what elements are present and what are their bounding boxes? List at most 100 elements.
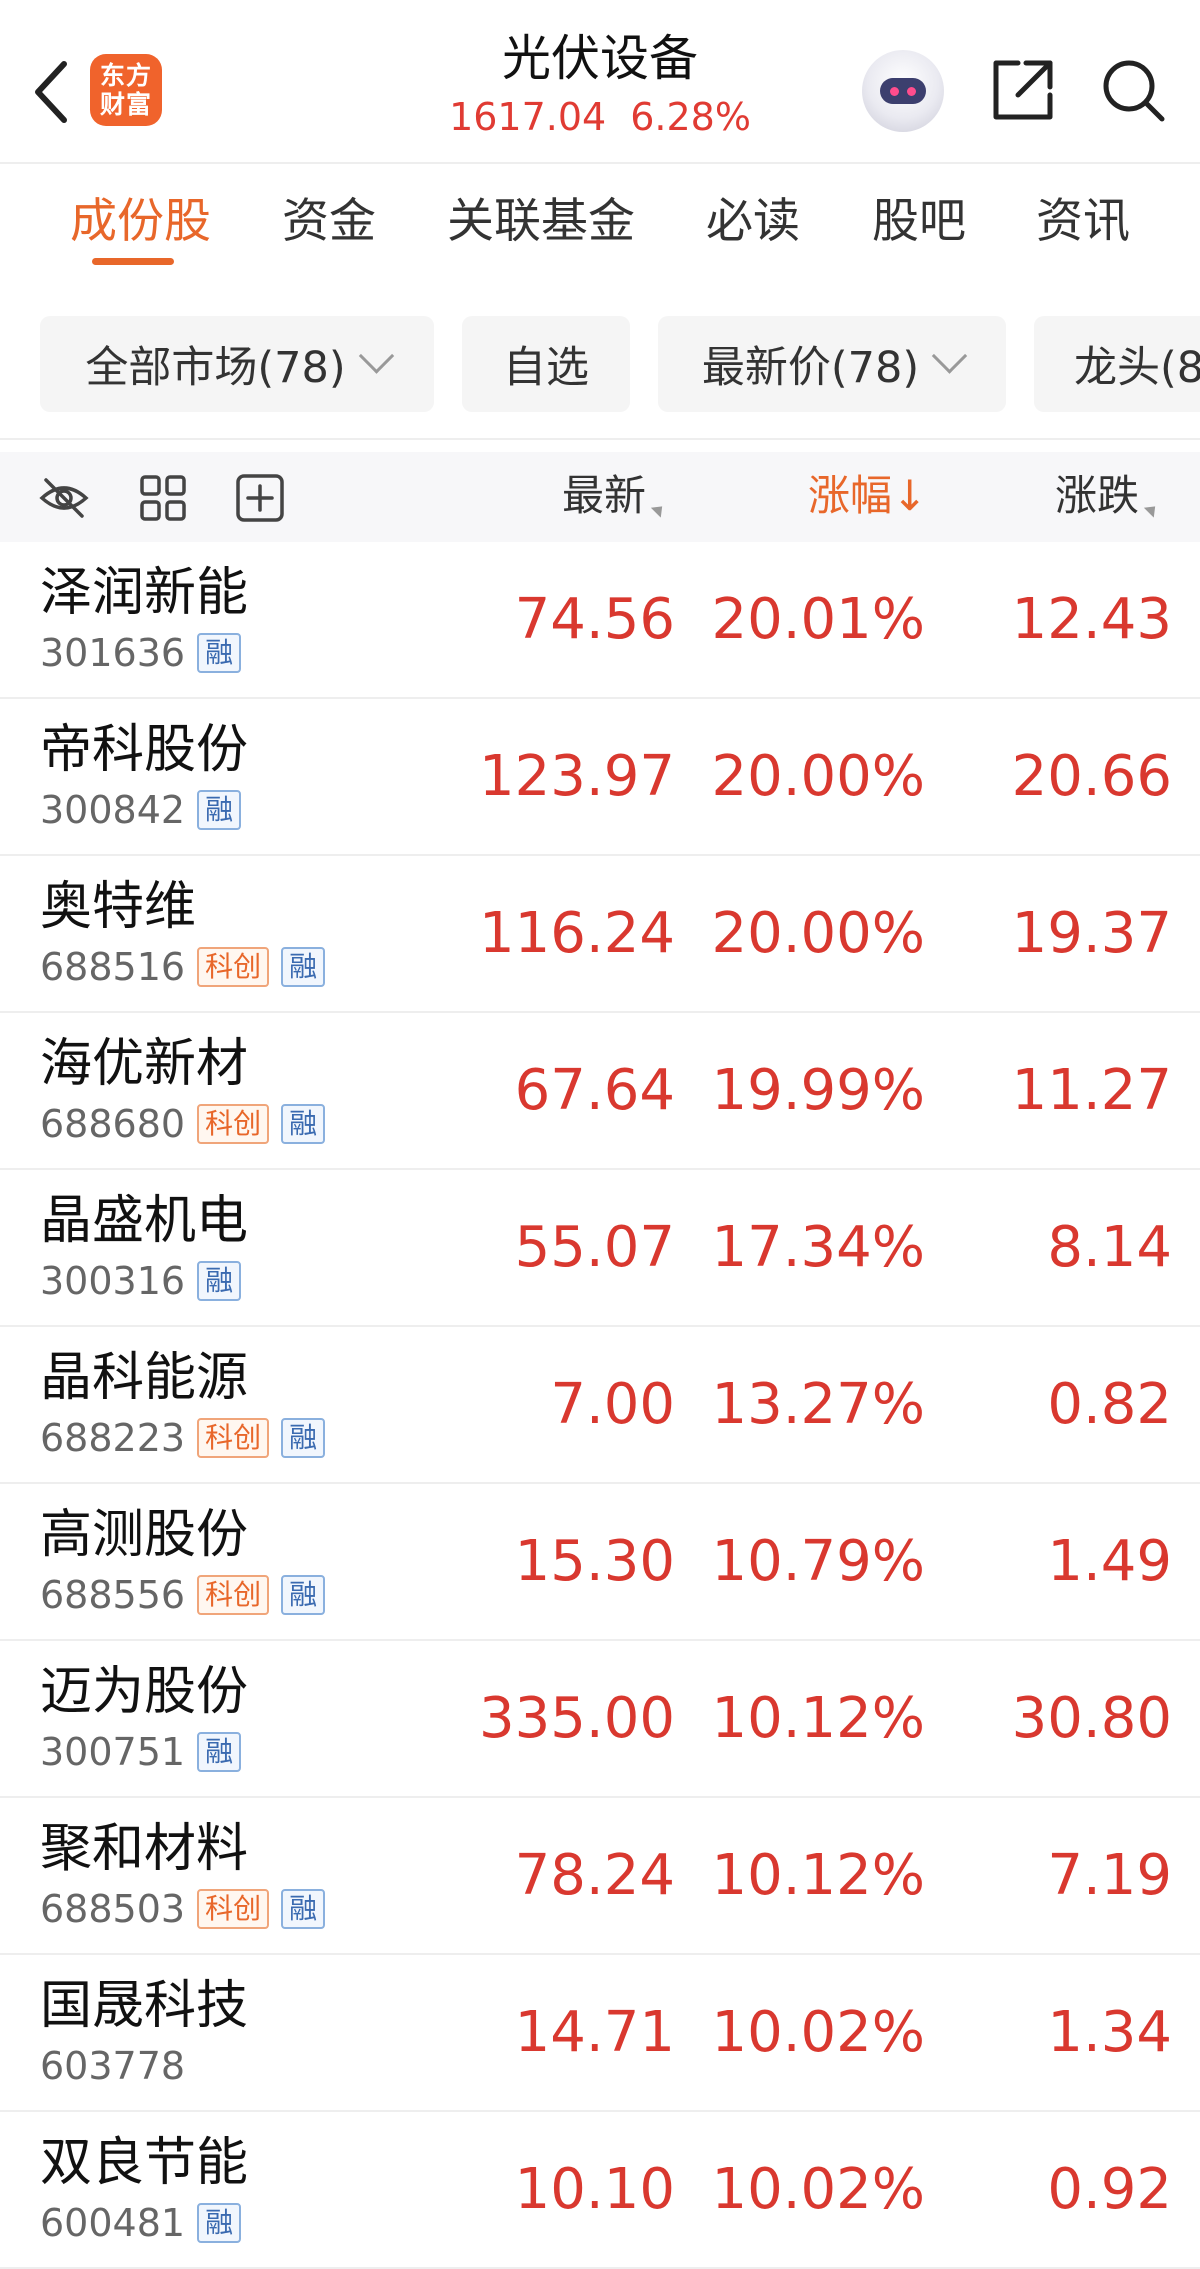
index-value: 1617.04 [449,95,607,139]
watchlist-filter[interactable]: 自选 [462,316,630,412]
percent-change: 10.79% [711,1529,925,1594]
percent-change: 10.02% [711,2000,925,2065]
table-row[interactable]: 帝科股份 300842 融 123.97 20.00% 20.66 [0,699,1200,856]
stock-code: 300751 [40,1730,186,1774]
latest-price: 7.00 [550,1372,675,1437]
price-change: 7.19 [1047,1843,1172,1908]
price-change: 1.34 [1047,2000,1172,2065]
percent-change: 20.01% [711,587,925,652]
stock-name: 海优新材 [40,1034,249,1094]
stock-code: 301636 [40,631,186,675]
margin-trading-badge: 融 [197,1261,242,1301]
share-icon[interactable] [988,55,1058,125]
chevron-down-icon [931,337,968,374]
tab-funds-flow[interactable]: 资金 [282,192,376,252]
column-change[interactable]: 涨跌 [1055,468,1161,524]
tab-related-funds[interactable]: 关联基金 [447,192,635,252]
title-block: 光伏设备 1617.04 6.28% [380,28,820,142]
stock-code-line: 688680 科创融 [40,1101,326,1147]
latest-price: 116.24 [479,901,675,966]
sort-indicator-icon [650,501,668,518]
index-quote: 1617.04 6.28% [380,92,820,142]
app-logo[interactable]: 东方 财富 [90,54,162,126]
grid-icon[interactable] [137,472,189,524]
stock-list: 泽润新能 301636 融 74.56 20.01% 12.43 帝科股份 300842 融 12… [0,542,1200,2269]
column-percent-change[interactable]: 涨幅↓ [808,468,927,524]
stock-name: 晶科能源 [40,1348,249,1408]
stock-name: 泽润新能 [40,563,249,623]
sort-indicator-icon [1143,501,1161,518]
stock-code-line: 688503 科创融 [40,1886,326,1932]
column-latest-price[interactable]: 最新 [562,468,668,524]
stock-code: 688556 [40,1573,186,1617]
stock-name: 国晟科技 [40,1976,249,2036]
latest-price: 78.24 [514,1843,675,1908]
logo-line1: 东方 [99,61,152,90]
price-change: 19.37 [1011,901,1172,966]
latest-price: 14.71 [514,2000,675,2065]
stock-name: 帝科股份 [40,720,249,780]
price-change: 0.92 [1047,2157,1172,2222]
stock-name: 迈为股份 [40,1662,249,1722]
table-row[interactable]: 泽润新能 301636 融 74.56 20.01% 12.43 [0,542,1200,699]
percent-change: 10.02% [711,2157,925,2222]
tab-must-read[interactable]: 必读 [706,192,800,252]
robot-assistant-icon[interactable] [862,50,944,132]
leader-filter-label: 龙头(8 [1074,343,1200,393]
table-row[interactable]: 晶科能源 688223 科创融 7.00 13.27% 0.82 [0,1327,1200,1484]
margin-trading-badge: 融 [197,790,242,830]
price-filter-dropdown[interactable]: 最新价(78) [658,316,1006,412]
latest-price: 15.30 [514,1529,675,1594]
price-change: 8.14 [1047,1215,1172,1280]
filter-bar: 全部市场(78) 自选 最新价(78) 龙头(8 [0,276,1200,452]
search-icon[interactable] [1098,55,1168,125]
add-square-icon[interactable] [234,472,286,524]
tab-bar: 成份股 资金 关联基金 必读 股吧 资讯 [0,164,1200,440]
star-market-badge: 科创 [197,1575,270,1615]
latest-price: 67.64 [514,1058,675,1123]
table-row[interactable]: 聚和材料 688503 科创融 78.24 10.12% 7.19 [0,1798,1200,1955]
header: 东方 财富 光伏设备 1617.04 6.28% [0,0,1200,164]
stock-name: 聚和材料 [40,1819,249,1879]
stock-code-line: 300842 融 [40,787,242,833]
table-row[interactable]: 迈为股份 300751 融 335.00 10.12% 30.80 [0,1641,1200,1798]
stock-code-line: 300751 融 [40,1729,242,1775]
watchlist-filter-label: 自选 [503,343,589,393]
table-row[interactable]: 国晟科技 603778 14.71 10.02% 1.34 [0,1955,1200,2112]
stock-code-line: 301636 融 [40,630,242,676]
tab-forum[interactable]: 股吧 [872,192,966,252]
table-row[interactable]: 海优新材 688680 科创融 67.64 19.99% 11.27 [0,1013,1200,1170]
latest-price: 74.56 [514,587,675,652]
leader-filter[interactable]: 龙头(8 [1034,316,1200,412]
latest-price: 335.00 [479,1686,675,1751]
logo-line2: 财富 [99,90,152,119]
latest-price: 10.10 [514,2157,675,2222]
table-header: 最新 涨幅↓ 涨跌 [0,452,1200,542]
stock-code: 600481 [40,2201,186,2245]
hide-eye-icon[interactable] [38,472,90,524]
star-market-badge: 科创 [197,1104,270,1144]
price-change: 11.27 [1011,1058,1172,1123]
percent-change: 10.12% [711,1843,925,1908]
percent-change: 10.12% [711,1686,925,1751]
price-change: 1.49 [1047,1529,1172,1594]
margin-trading-badge: 融 [197,2203,242,2243]
price-change: 30.80 [1011,1686,1172,1751]
price-change: 0.82 [1047,1372,1172,1437]
stock-code-line: 688223 科创融 [40,1415,326,1461]
table-row[interactable]: 晶盛机电 300316 融 55.07 17.34% 8.14 [0,1170,1200,1327]
table-row[interactable]: 奥特维 688516 科创融 116.24 20.00% 19.37 [0,856,1200,1013]
latest-price: 55.07 [514,1215,675,1280]
tab-news[interactable]: 资讯 [1036,192,1130,252]
table-row[interactable]: 双良节能 600481 融 10.10 10.02% 0.92 [0,2112,1200,2269]
latest-price: 123.97 [479,744,675,809]
percent-change: 19.99% [711,1058,925,1123]
margin-trading-badge: 融 [281,1889,326,1929]
back-arrow-icon[interactable] [22,52,78,132]
tab-constituents[interactable]: 成份股 [70,192,211,252]
table-row[interactable]: 高测股份 688556 科创融 15.30 10.79% 1.49 [0,1484,1200,1641]
percent-change: 20.00% [711,901,925,966]
market-filter-dropdown[interactable]: 全部市场(78) [40,316,434,412]
star-market-badge: 科创 [197,1889,270,1929]
stock-name: 奥特维 [40,877,197,937]
